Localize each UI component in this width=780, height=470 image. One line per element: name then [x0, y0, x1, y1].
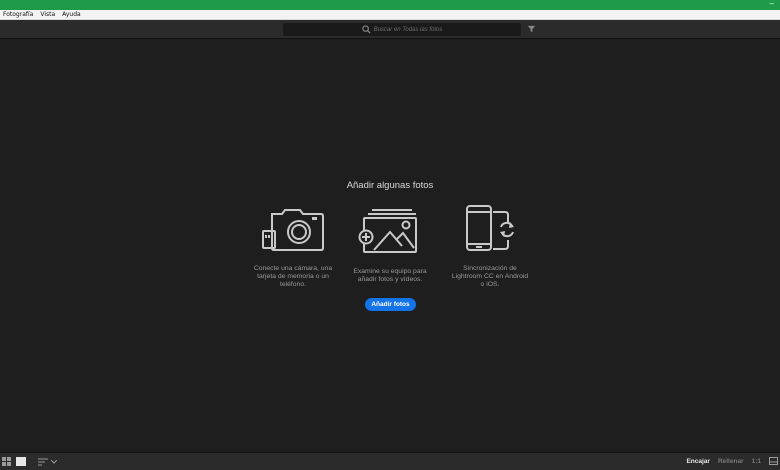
add-photos-icon: [358, 209, 417, 253]
menu-item-fotografia[interactable]: Fotografía: [3, 10, 33, 20]
camera-caption: Conecte una cámara, una tarjeta de memor…: [253, 265, 333, 288]
add-photos-caption: Examine su equipo para añadir fotos y ví…: [353, 268, 427, 283]
zoom-fill-button[interactable]: Rellenar: [718, 458, 744, 465]
zoom-fit-button[interactable]: Encajar: [686, 458, 710, 465]
bottom-toolbar: Encajar Rellenar 1:1: [0, 452, 780, 470]
window-titlebar: –: [0, 0, 780, 10]
grid-view-icon[interactable]: [2, 457, 11, 466]
single-view-icon[interactable]: [16, 457, 26, 466]
menu-item-vista[interactable]: Vista: [40, 10, 55, 20]
mobile-sync-caption: Sincronización de Lightroom CC en Androi…: [451, 265, 529, 288]
menu-bar: Fotografía Vista Ayuda: [0, 10, 780, 20]
camera-icon: [262, 209, 324, 251]
filmstrip-icon[interactable]: [769, 457, 778, 465]
chevron-down-icon[interactable]: [51, 459, 57, 464]
add-photos-button[interactable]: Añadir fotos: [365, 298, 416, 311]
search-placeholder: Buscar en Todas las fotos: [373, 26, 443, 33]
search-input[interactable]: Buscar en Todas las fotos: [283, 23, 521, 36]
search-icon: [361, 25, 371, 34]
menu-item-ayuda[interactable]: Ayuda: [62, 10, 81, 20]
mobile-sync-icon: [466, 205, 514, 251]
filter-icon[interactable]: [527, 24, 536, 34]
zoom-1to1-button[interactable]: 1:1: [752, 458, 761, 465]
top-toolbar: Buscar en Todas las fotos: [0, 20, 780, 39]
empty-library-panel: Añadir algunas fotos Conecte una cámara,…: [0, 40, 780, 452]
minimize-icon[interactable]: –: [770, 0, 774, 8]
empty-state-title: Añadir algunas fotos: [346, 180, 434, 191]
sort-icon[interactable]: [38, 458, 48, 466]
